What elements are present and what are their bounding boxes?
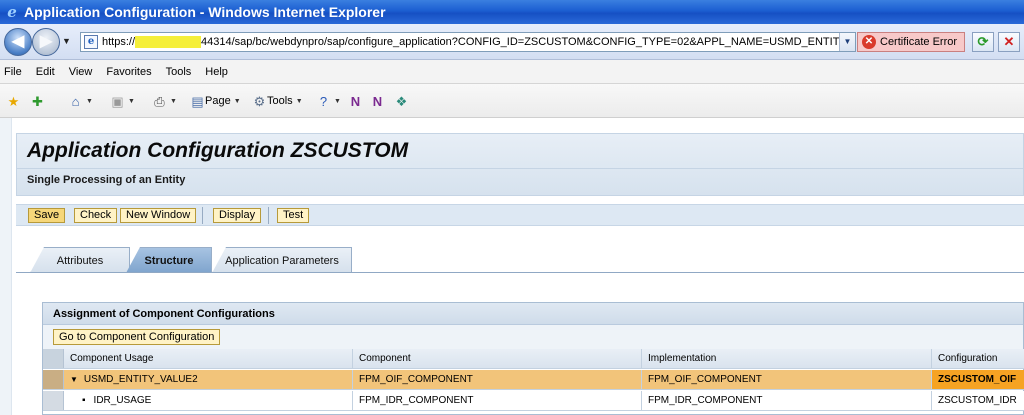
menu-help[interactable]: Help (205, 66, 228, 78)
internet-explorer-icon: e (7, 3, 17, 21)
menu-tools[interactable]: Tools (166, 66, 192, 78)
page-menu-button[interactable]: ▤ Page ▼ (190, 93, 240, 109)
implementation-cell: FPM_OIF_COMPONENT (642, 370, 932, 389)
back-button[interactable]: ◀ (4, 28, 32, 56)
tab-application-parameters[interactable]: Application Parameters (212, 247, 352, 273)
go-to-component-configuration-button[interactable]: Go to Component Configuration (53, 329, 221, 345)
component-configurations-panel: Assignment of Component Configurations G… (42, 302, 1024, 415)
add-favorites-icon[interactable]: ✚ (30, 93, 45, 109)
stop-button[interactable]: ✕ (998, 32, 1020, 52)
page-icon: e (84, 35, 98, 49)
panel-toolbar: Go to Component Configuration (43, 325, 1023, 349)
menu-edit[interactable]: Edit (36, 66, 55, 78)
address-bar[interactable]: e https://xxxxxxxxxxxx44314/sap/bc/webdy… (80, 32, 856, 52)
favorites-star-icon[interactable]: ★ (6, 93, 21, 109)
save-button[interactable]: Save (28, 208, 66, 223)
column-header[interactable]: Component (353, 349, 642, 368)
application-toolbar: Save Check New Window Display Test (16, 204, 1024, 226)
tab-structure[interactable]: Structure (126, 247, 212, 273)
expand-triangle-icon[interactable]: ▼ (70, 370, 78, 389)
panel-title: Assignment of Component Configurations (43, 303, 1023, 325)
usage-cell: ▼ USMD_ENTITY_VALUE2 (64, 370, 353, 389)
bullet-icon: ▪ (82, 395, 86, 406)
tab-underline (16, 272, 1024, 273)
implementation-cell: FPM_IDR_COMPONENT (642, 391, 932, 410)
new-window-button[interactable]: New Window (120, 208, 197, 223)
column-header[interactable]: Component Usage (64, 349, 353, 368)
column-header[interactable]: Implementation (642, 349, 932, 368)
feeds-button[interactable]: ▣ ▼ (110, 93, 135, 109)
display-button[interactable]: Display (213, 208, 262, 223)
component-cell: FPM_OIF_COMPONENT (353, 370, 642, 389)
column-header[interactable]: Configuration (932, 349, 1024, 368)
application-header: Application Configuration ZSCUSTOM Singl… (16, 133, 1024, 196)
address-dropdown-icon[interactable]: ▼ (839, 33, 855, 51)
home-button[interactable]: ⌂ ▼ (68, 93, 93, 109)
component-cell: FPM_IDR_COMPONENT (353, 391, 642, 410)
research-icon[interactable]: ❖ (394, 93, 409, 109)
header-divider (17, 168, 1023, 169)
toolbar-separator (268, 207, 269, 224)
error-icon: ✕ (862, 35, 876, 49)
configuration-cell[interactable]: ZSCUSTOM_OIF (932, 370, 1024, 389)
address-url[interactable]: https://xxxxxxxxxxxx44314/sap/bc/webdynp… (102, 36, 839, 48)
command-bar: ★ ✚ ⌂ ▼ ▣ ▼ ⎙ ▼ ▤ Page ▼ ⚙ Tools ▼ ? ▼ N N ❖ (0, 84, 1024, 118)
check-button[interactable]: Check (74, 208, 118, 223)
menu-file[interactable]: File (4, 66, 22, 78)
refresh-button[interactable]: ⟳ (972, 32, 994, 52)
page-title: Application Configuration ZSCUSTOM (27, 139, 409, 162)
configuration-cell[interactable]: ZSCUSTOM_IDR (932, 391, 1024, 410)
test-button[interactable]: Test (277, 208, 310, 223)
page-subtitle: Single Processing of an Entity (27, 174, 186, 186)
table-header-row: Component Usage Component Implementation… (43, 349, 1024, 369)
row-selector[interactable] (43, 370, 64, 389)
menu-bar: File Edit View Favorites Tools Help (0, 60, 1024, 84)
print-button[interactable]: ⎙ ▼ (152, 93, 177, 109)
forward-button[interactable]: ▶ (32, 28, 60, 56)
menu-favorites[interactable]: Favorites (106, 66, 151, 78)
address-toolbar: ◀ ▶ ▼ e https://xxxxxxxxxxxx44314/sap/bc… (0, 24, 1024, 60)
redacted-host: xxxxxxxxxxxx (135, 36, 202, 48)
left-border (0, 118, 12, 415)
menu-view[interactable]: View (69, 66, 93, 78)
recent-pages-dropdown-icon[interactable]: ▼ (62, 36, 71, 46)
window-title-bar: e Application Configuration - Windows In… (0, 0, 1024, 24)
tools-menu-button[interactable]: ⚙ Tools ▼ (252, 93, 303, 109)
tab-strip: Attributes Structure Application Paramet… (16, 247, 1024, 273)
help-button[interactable]: ? ▼ (316, 93, 341, 109)
table-row[interactable]: ▼ USMD_ENTITY_VALUE2 FPM_OIF_COMPONENT FP… (43, 370, 1024, 390)
window-title: Application Configuration - Windows Inte… (24, 4, 386, 20)
certificate-error-button[interactable]: ✕ Certificate Error (857, 32, 965, 52)
onenote-send-icon[interactable]: N (370, 93, 385, 109)
select-all-cell[interactable] (43, 349, 64, 368)
toolbar-separator (202, 207, 203, 224)
tab-attributes[interactable]: Attributes (30, 247, 130, 273)
table-row[interactable]: ▪ IDR_USAGE FPM_IDR_COMPONENT FPM_IDR_COM… (43, 391, 1024, 411)
usage-cell: ▪ IDR_USAGE (64, 391, 353, 410)
onenote-icon[interactable]: N (348, 93, 363, 109)
row-selector[interactable] (43, 391, 64, 410)
